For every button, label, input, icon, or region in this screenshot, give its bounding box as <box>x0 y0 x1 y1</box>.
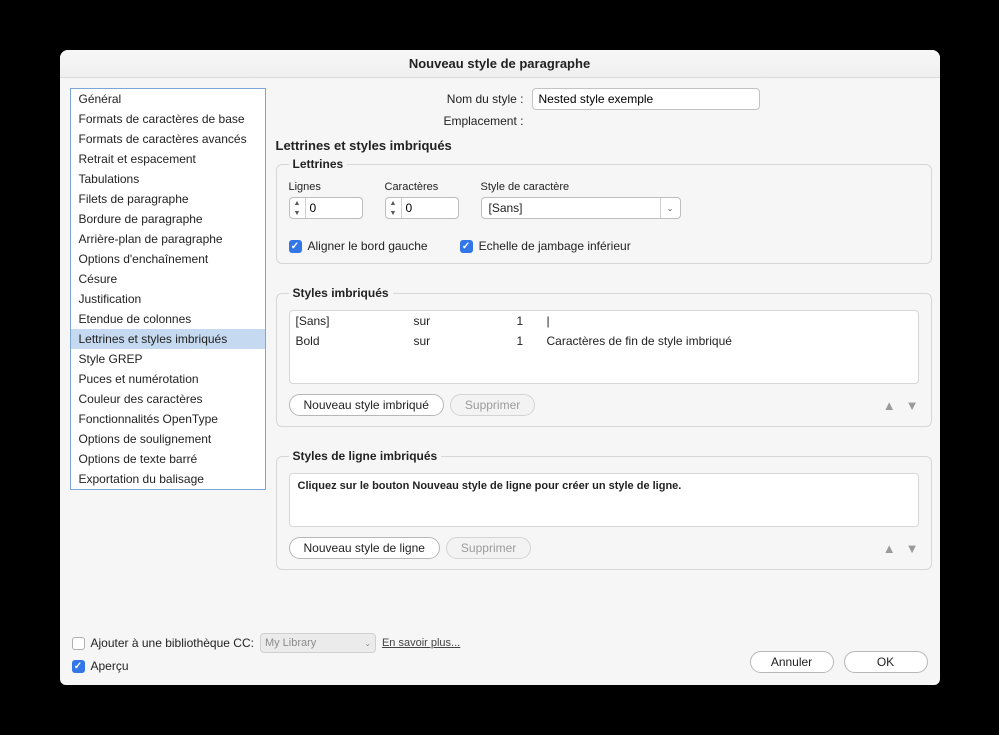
chevron-down-icon[interactable]: ⌄ <box>660 198 680 218</box>
lines-label: Lignes <box>289 181 363 193</box>
line-styles-placeholder: Cliquez sur le bouton Nouveau style de l… <box>298 480 682 492</box>
sidebar-item[interactable]: Options d'enchaînement <box>71 249 265 269</box>
align-left-checkbox[interactable]: ✓ Aligner le bord gauche <box>289 239 428 253</box>
sidebar-item[interactable]: Exportation du balisage <box>71 469 265 489</box>
nested-styles-fieldset: Styles imbriqués [Sans] sur 1 | Boldsur 1 Cara… <box>276 286 932 427</box>
preview-checkbox[interactable]: ✓ Aperçu <box>72 659 461 673</box>
sidebar-item[interactable]: Fonctionnalités OpenType <box>71 409 265 429</box>
char-style-label: Style de caractère <box>481 181 919 193</box>
char-style-value: [Sans] <box>482 201 660 215</box>
sidebar-item[interactable]: Style GREP <box>71 349 265 369</box>
checkbox-unchecked-icon <box>72 637 85 650</box>
nested-legend: Styles imbriqués <box>289 286 393 300</box>
checkbox-checked-icon: ✓ <box>289 240 302 253</box>
category-sidebar: GénéralFormats de caractères de baseForm… <box>70 88 266 490</box>
sidebar-item[interactable]: Couleur des caractères <box>71 389 265 409</box>
sidebar-item[interactable]: Tabulations <box>71 169 265 189</box>
chevron-down-icon[interactable]: ▼ <box>386 208 401 218</box>
nested-end-cell: | <box>547 314 912 328</box>
table-row[interactable]: Boldsur 1 Caractères de fin de style imbri… <box>290 331 918 351</box>
sidebar-item[interactable]: Formats de caractères avancés <box>71 129 265 149</box>
line-styles-fieldset: Styles de ligne imbriqués Cliquez sur le… <box>276 449 932 570</box>
sidebar-item[interactable]: Formats de caractères de base <box>71 109 265 129</box>
nested-count-cell: 1 <box>517 334 539 348</box>
move-up-icon[interactable]: ▲ <box>883 541 896 556</box>
line-styles-legend: Styles de ligne imbriqués <box>289 449 442 463</box>
nested-end-cell: Caractères de fin de style imbriqué <box>547 334 912 348</box>
char-style-dropdown[interactable]: [Sans] ⌄ <box>481 197 681 219</box>
checkbox-checked-icon: ✓ <box>72 660 85 673</box>
line-styles-table[interactable]: Cliquez sur le bouton Nouveau style de l… <box>289 473 919 527</box>
descender-checkbox[interactable]: ✓ Echelle de jambage inférieur <box>460 239 631 253</box>
cc-library-value: My Library <box>265 637 364 649</box>
align-left-label: Aligner le bord gauche <box>308 239 428 253</box>
sidebar-item[interactable]: Puces et numérotation <box>71 369 265 389</box>
nested-styles-table[interactable]: [Sans] sur 1 | Boldsur 1 Caractères de fin de … <box>289 310 919 384</box>
chevron-up-icon[interactable]: ▲ <box>290 198 305 208</box>
cancel-button[interactable]: Annuler <box>750 651 834 673</box>
dialog-footer: Ajouter à une bibliothèque CC: My Librar… <box>60 625 940 685</box>
table-row[interactable]: [Sans] sur 1 | <box>290 311 918 331</box>
lines-input[interactable] <box>306 198 358 218</box>
style-name-label: Nom du style : <box>276 92 524 106</box>
chevron-up-icon[interactable]: ▲ <box>386 198 401 208</box>
style-name-input[interactable] <box>532 88 760 110</box>
style-name-row: Nom du style : <box>276 88 932 110</box>
checkbox-checked-icon: ✓ <box>460 240 473 253</box>
location-label: Emplacement : <box>276 114 524 128</box>
sidebar-item[interactable]: Justification <box>71 289 265 309</box>
dialog-content: GénéralFormats de caractères de baseForm… <box>60 78 940 625</box>
location-row: Emplacement : <box>276 114 932 128</box>
nested-sur-cell: sur <box>414 314 509 328</box>
sidebar-item[interactable]: Arrière-plan de paragraphe <box>71 229 265 249</box>
sidebar-item[interactable]: Lettrines et styles imbriqués <box>71 329 265 349</box>
sidebar-item[interactable]: Filets de paragraphe <box>71 189 265 209</box>
move-up-icon[interactable]: ▲ <box>883 398 896 413</box>
paragraph-style-dialog: Nouveau style de paragraphe GénéralForma… <box>60 50 940 685</box>
new-nested-style-button[interactable]: Nouveau style imbriqué <box>289 394 444 416</box>
chars-label: Caractères <box>385 181 459 193</box>
dialog-title: Nouveau style de paragraphe <box>60 50 940 78</box>
add-cc-library-label: Ajouter à une bibliothèque CC: <box>91 636 254 650</box>
nested-style-cell: [Sans] <box>296 314 406 328</box>
preview-label: Aperçu <box>91 659 129 673</box>
nested-sur-cell: sur <box>414 334 509 348</box>
sidebar-item[interactable]: Options de texte barré <box>71 449 265 469</box>
ok-button[interactable]: OK <box>844 651 928 673</box>
sidebar-item[interactable]: Césure <box>71 269 265 289</box>
nested-style-cell: Bold <box>296 334 406 348</box>
add-cc-library-checkbox[interactable]: Ajouter à une bibliothèque CC: <box>72 636 254 650</box>
chevron-down-icon[interactable]: ▼ <box>290 208 305 218</box>
sidebar-item[interactable]: Bordure de paragraphe <box>71 209 265 229</box>
learn-more-link[interactable]: En savoir plus... <box>382 637 460 649</box>
chars-input[interactable] <box>402 198 454 218</box>
dropcaps-legend: Lettrines <box>289 157 348 171</box>
sidebar-item[interactable]: Général <box>71 89 265 109</box>
dropcaps-fieldset: Lettrines Lignes ▲ ▼ Caractères <box>276 157 932 264</box>
sidebar-item[interactable]: Etendue de colonnes <box>71 309 265 329</box>
delete-line-style-button[interactable]: Supprimer <box>446 537 531 559</box>
lines-stepper[interactable]: ▲ ▼ <box>289 197 363 219</box>
descender-label: Echelle de jambage inférieur <box>479 239 631 253</box>
main-panel: Nom du style : Emplacement : Lettrines e… <box>276 88 932 625</box>
move-down-icon[interactable]: ▼ <box>906 398 919 413</box>
cc-library-dropdown[interactable]: My Library ⌄ <box>260 633 376 653</box>
section-title: Lettrines et styles imbriqués <box>276 138 932 153</box>
chevron-down-icon: ⌄ <box>364 639 371 648</box>
new-line-style-button[interactable]: Nouveau style de ligne <box>289 537 440 559</box>
delete-nested-style-button[interactable]: Supprimer <box>450 394 535 416</box>
sidebar-item[interactable]: Retrait et espacement <box>71 149 265 169</box>
nested-count-cell: 1 <box>517 314 539 328</box>
chars-stepper[interactable]: ▲ ▼ <box>385 197 459 219</box>
move-down-icon[interactable]: ▼ <box>906 541 919 556</box>
sidebar-item[interactable]: Options de soulignement <box>71 429 265 449</box>
